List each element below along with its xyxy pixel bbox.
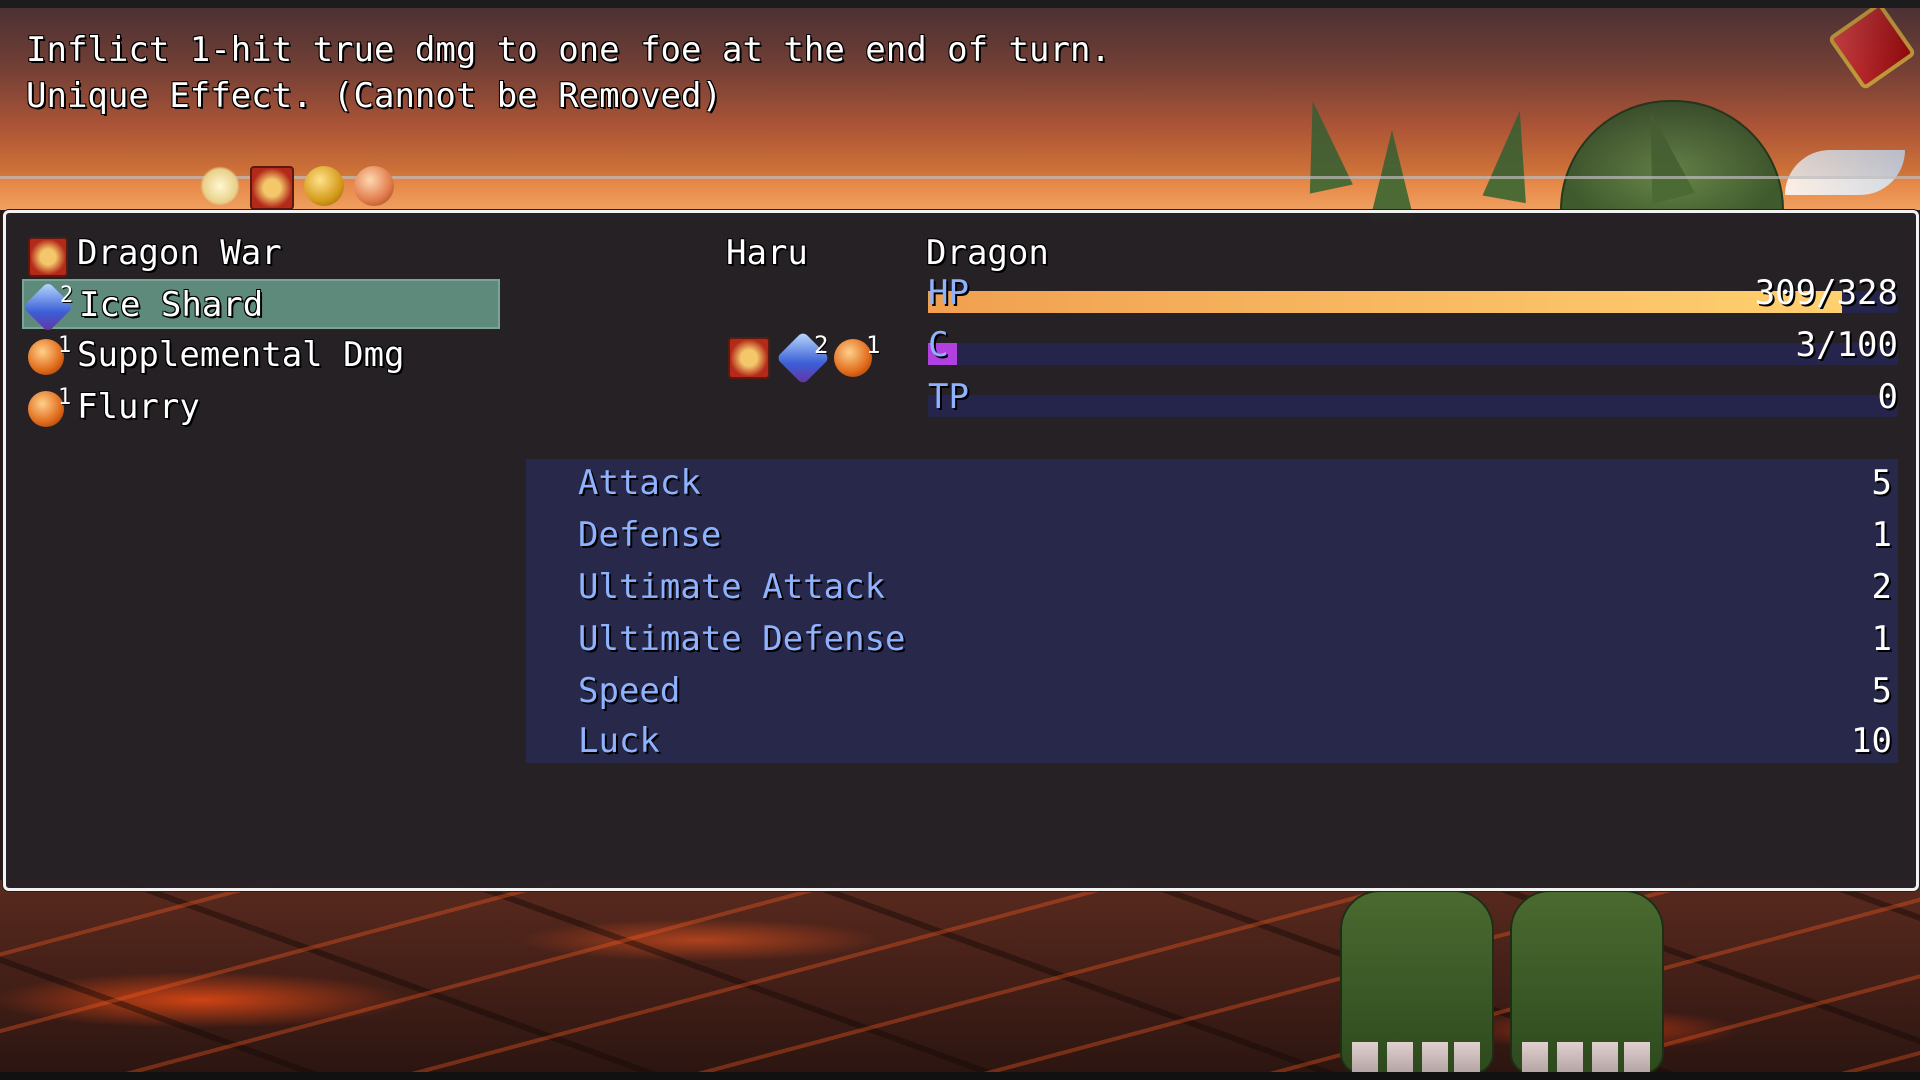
stat-row: Ultimate Defense 1 <box>526 615 1898 665</box>
bottom-border <box>0 1072 1920 1080</box>
hp-fill <box>928 291 1842 313</box>
stat-value: 10 <box>1851 721 1892 761</box>
c-gauge: C 3/100 <box>928 321 1898 371</box>
stat-value: 1 <box>1871 619 1892 659</box>
status-list-item[interactable]: Dragon War <box>22 229 500 279</box>
description-window: Inflict 1-hit true dmg to one foe at the… <box>0 8 1920 179</box>
status-list-item[interactable]: 1 Supplemental Dmg <box>22 331 500 381</box>
tp-label: TP <box>928 377 969 417</box>
stat-row: Luck 10 <box>526 717 1898 767</box>
stat-row: Attack 5 <box>526 459 1898 509</box>
wind-icon <box>354 166 394 206</box>
stat-row: Ultimate Attack 2 <box>526 563 1898 613</box>
status-item-label: Ice Shard <box>79 285 264 325</box>
c-value: 3/100 <box>1795 325 1898 365</box>
tp-track <box>928 395 1898 417</box>
status-list-item[interactable]: 1 Flurry <box>22 383 500 433</box>
stat-name: Defense <box>578 515 722 555</box>
status-item-label: Flurry <box>77 387 200 427</box>
stat-value: 2 <box>1871 567 1892 607</box>
status-item-label: Dragon War <box>77 233 282 273</box>
top-border <box>0 0 1920 8</box>
dragon-war-icon <box>728 337 770 379</box>
stat-name: Luck <box>578 721 660 761</box>
hp-gauge: HP 309/328 <box>928 269 1898 319</box>
stat-row: Speed 5 <box>526 667 1898 717</box>
stack-count: 2 <box>60 283 74 308</box>
c-track <box>928 343 1898 365</box>
status-panel: Dragon War 2 Ice Shard 1 Supplemental Dm… <box>3 210 1919 891</box>
stat-name: Ultimate Attack <box>578 567 886 607</box>
dragon-war-icon <box>28 237 68 277</box>
tp-gauge: TP 0 <box>928 373 1898 423</box>
star-icon <box>200 166 240 206</box>
stack-count: 1 <box>58 333 72 358</box>
stat-name: Speed <box>578 671 681 711</box>
stack-count: 1 <box>866 331 881 359</box>
actor-name: Haru <box>726 233 808 273</box>
stat-value: 5 <box>1871 463 1892 503</box>
active-status-icons <box>200 166 394 210</box>
hp-label: HP <box>928 273 969 313</box>
dragon-claw-right <box>1510 890 1664 1080</box>
status-list-item-selected[interactable]: 2 Ice Shard <box>22 279 500 333</box>
hp-value: 309/328 <box>1754 273 1898 313</box>
stats-table: Attack 5 Defense 1 Ultimate Attack 2 Ult… <box>526 459 1898 763</box>
stack-count: 1 <box>58 385 72 410</box>
stack-count: 2 <box>814 331 829 359</box>
stat-name: Attack <box>578 463 701 503</box>
c-label: C <box>928 325 949 365</box>
stat-value: 5 <box>1871 671 1892 711</box>
target-name: Dragon <box>926 233 1049 273</box>
status-item-label: Supplemental Dmg <box>77 335 405 375</box>
dragon-war-icon <box>250 166 294 210</box>
stat-name: Ultimate Defense <box>578 619 906 659</box>
hp-track <box>928 291 1898 313</box>
tp-value: 0 <box>1877 377 1898 417</box>
description-line-2: Unique Effect. (Cannot be Removed) <box>26 76 722 116</box>
dragon-claw-left <box>1340 890 1494 1080</box>
stat-row: Defense 1 <box>526 511 1898 561</box>
description-line-1: Inflict 1-hit true dmg to one foe at the… <box>26 30 1111 70</box>
shield-icon <box>304 166 344 206</box>
stat-value: 1 <box>1871 515 1892 555</box>
